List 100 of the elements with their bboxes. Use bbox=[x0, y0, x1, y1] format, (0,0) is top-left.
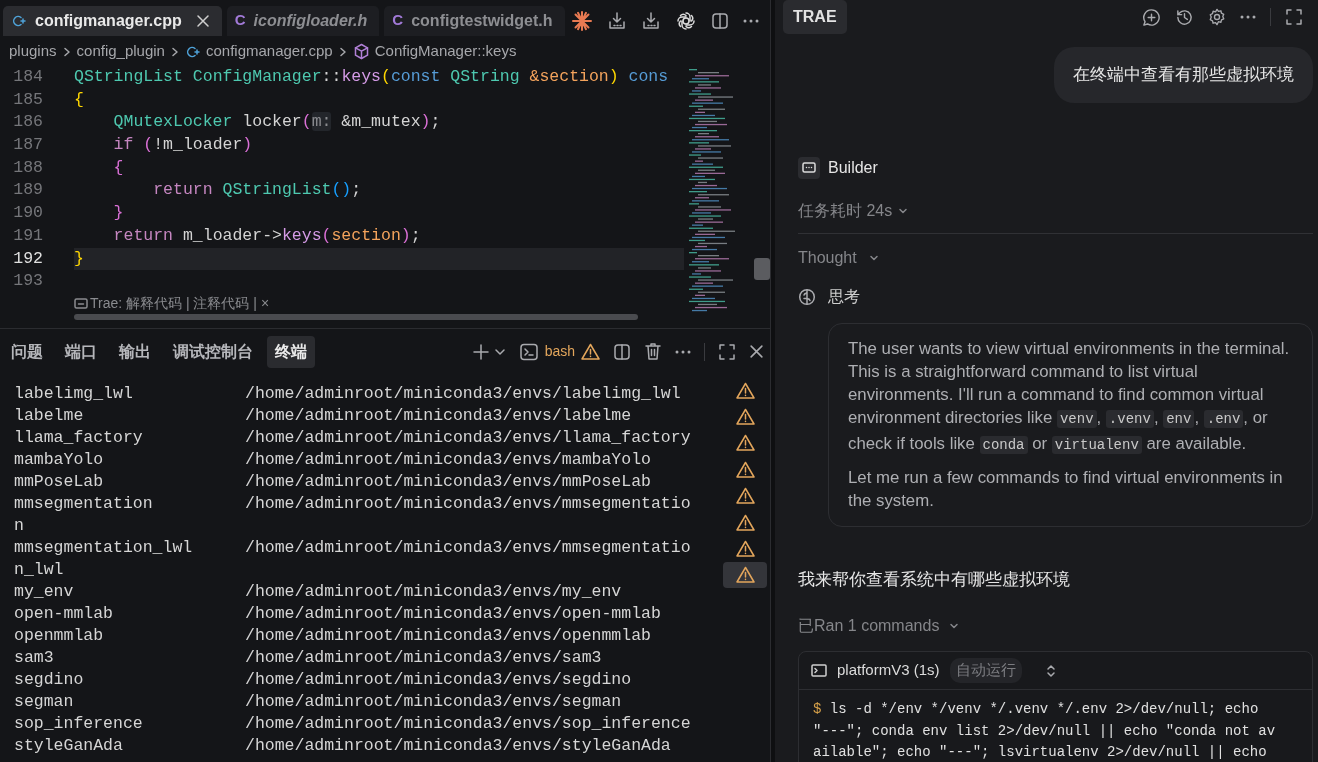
close-icon[interactable] bbox=[195, 13, 210, 28]
command-title: platformV3 (1s) bbox=[837, 660, 940, 681]
terminal-text: segman bbox=[14, 691, 75, 713]
file-type-icon: C bbox=[392, 9, 404, 32]
duration-toggle[interactable]: 任务耗时 24s bbox=[798, 198, 893, 223]
editor-tab[interactable]: configmanager.cpp bbox=[3, 5, 222, 36]
command-text: $ ls -d */env */venv */.venv */.env 2>/dev/null; echo "---"; conda env list 2>/dev/null || echo "conda not available"; echo "---"; lsvirtualenv 2>/dev/null || echo bbox=[812, 700, 1277, 762]
panel-title: TRAE bbox=[783, 0, 847, 34]
code-line: if (!m_loader) bbox=[112, 134, 254, 157]
warning-icon[interactable] bbox=[581, 343, 600, 360]
terminal-text: n bbox=[14, 515, 25, 537]
new-chat-icon[interactable] bbox=[1142, 7, 1161, 27]
chevron-down-icon bbox=[898, 206, 909, 215]
panel-tab[interactable]: 输出 bbox=[111, 335, 159, 368]
panel-tab[interactable]: 调试控制台 bbox=[165, 335, 261, 368]
panel-tab[interactable]: 端口 bbox=[57, 335, 105, 368]
terminal-profile[interactable]: bash bbox=[544, 341, 575, 362]
sparkle-icon[interactable] bbox=[571, 9, 593, 32]
terminal-text: /home/adminroot/miniconda3/envs/mmPoseLab bbox=[245, 471, 651, 493]
maximize-icon[interactable] bbox=[718, 342, 736, 361]
more-icon[interactable] bbox=[1240, 15, 1256, 19]
terminal-text: /home/adminroot/miniconda3/envs/openmmlab bbox=[245, 625, 651, 647]
breadcrumb-item[interactable]: ConfigManager::keys bbox=[374, 40, 517, 63]
user-message: 在终端中查看有那些虚拟环境 bbox=[1054, 47, 1313, 103]
terminal-text: /home/adminroot/miniconda3/envs/sam3 bbox=[245, 647, 602, 669]
warning-icon bbox=[735, 408, 755, 426]
commands-toggle[interactable]: 已Ran 1 commands bbox=[798, 614, 940, 639]
bot-icon bbox=[798, 156, 820, 179]
terminal-text: mmPoseLab bbox=[14, 471, 105, 493]
terminal-text: mambaYolo bbox=[14, 449, 105, 471]
breadcrumb-item[interactable]: config_plugin bbox=[76, 40, 165, 63]
thought-toggle[interactable]: Thought bbox=[798, 245, 857, 270]
chevron-icon bbox=[337, 46, 348, 57]
chevron-down-icon bbox=[868, 253, 879, 262]
chevron-icon bbox=[169, 46, 180, 57]
download-tray-icon[interactable] bbox=[607, 10, 627, 31]
terminal-text: /home/adminroot/miniconda3/envs/styleGanAda bbox=[245, 735, 671, 757]
terminal-text: /home/adminroot/miniconda3/envs/llama_factory bbox=[245, 427, 691, 449]
status-badge: 自动运行 bbox=[949, 658, 1022, 683]
breadcrumb-item[interactable]: plugins bbox=[9, 40, 57, 63]
warning-icon bbox=[735, 566, 755, 584]
knot-icon[interactable] bbox=[675, 9, 697, 32]
maximize-icon[interactable] bbox=[1285, 8, 1303, 26]
trash-icon[interactable] bbox=[644, 342, 662, 361]
code-line: return m_loader->keys(section); bbox=[112, 224, 422, 247]
terminal-text: styleGanAda bbox=[14, 735, 124, 757]
line-number: 190 bbox=[12, 202, 43, 225]
settings-icon[interactable] bbox=[1208, 8, 1226, 26]
terminal-text: sam3 bbox=[14, 647, 55, 669]
horizontal-scrollbar[interactable] bbox=[74, 314, 638, 320]
thought-text: The user wants to view virtual environments in the terminal. This is a straightforward command to list virtual environments. I'll run a command to find common virtual environment directories like venv , .venv , env , .env , or check if tools like conda or virtualenv are available. bbox=[848, 337, 1291, 456]
vertical-scrollbar[interactable] bbox=[754, 258, 770, 280]
warning-icon bbox=[735, 434, 755, 452]
panel-tab[interactable]: 问题 bbox=[3, 335, 51, 368]
terminal-text: /home/adminroot/miniconda3/envs/labelimg_lwl bbox=[245, 383, 681, 405]
code-line: QStringList ConfigManager::keys(const QString &section) cons bbox=[74, 66, 670, 88]
line-number: 186 bbox=[12, 111, 43, 134]
download-tray-icon[interactable] bbox=[641, 10, 661, 31]
close-icon[interactable] bbox=[749, 344, 764, 359]
editor-tab[interactable]: C configtestwidget.h bbox=[384, 5, 565, 36]
warning-icon bbox=[735, 381, 755, 399]
expand-icon[interactable] bbox=[1045, 663, 1056, 678]
terminal-text: /home/adminroot/miniconda3/envs/mambaYolo bbox=[245, 449, 651, 471]
terminal-text: /home/adminroot/miniconda3/envs/sop_inference bbox=[245, 713, 691, 735]
more-icon[interactable] bbox=[675, 349, 691, 354]
panel-tab[interactable]: 终端 bbox=[267, 335, 315, 368]
inline-hint[interactable]: Trae: 解释代码 | 注释代码 | × bbox=[90, 293, 270, 315]
more-icon[interactable] bbox=[743, 18, 759, 23]
terminal-text: mmsegmentation_lwl bbox=[14, 537, 194, 559]
line-number: 192 bbox=[12, 247, 43, 270]
line-number: 184 bbox=[12, 66, 43, 88]
terminal-icon[interactable] bbox=[518, 341, 539, 362]
terminal-text: openmmlab bbox=[14, 625, 105, 647]
terminal-text: /home/adminroot/miniconda3/envs/labelme bbox=[245, 405, 632, 427]
warning-icon bbox=[735, 513, 755, 531]
line-number: 189 bbox=[12, 179, 43, 202]
terminal-text: /home/adminroot/miniconda3/envs/segdino bbox=[245, 669, 632, 691]
symbol-icon bbox=[352, 43, 370, 60]
warning-icon bbox=[735, 487, 755, 505]
add-icon[interactable] bbox=[471, 342, 490, 361]
terminal-text: segdino bbox=[14, 669, 85, 691]
chevron-icon bbox=[61, 46, 72, 57]
thinking-label: 思考 bbox=[828, 286, 860, 307]
terminal-text: n_lwl bbox=[14, 559, 65, 581]
code-line: { bbox=[74, 88, 85, 111]
terminal-text: sop_inference bbox=[14, 713, 144, 735]
line-number: 187 bbox=[12, 134, 43, 157]
terminal-session-button[interactable] bbox=[723, 561, 767, 589]
terminal-text: llama_factory bbox=[14, 427, 144, 449]
terminal-text: /home/adminroot/miniconda3/envs/open-mmlab bbox=[245, 603, 661, 625]
breadcrumb-item[interactable]: configmanager.cpp bbox=[205, 40, 333, 63]
split-editor-icon[interactable] bbox=[711, 11, 729, 30]
split-terminal-icon[interactable] bbox=[613, 342, 631, 361]
terminal-text: mmsegmentation bbox=[14, 493, 154, 515]
history-icon[interactable] bbox=[1175, 7, 1194, 27]
editor-tab[interactable]: C iconfigloader.h bbox=[226, 5, 380, 36]
warning-icon bbox=[735, 540, 755, 558]
code-line: QMutexLocker locker(m: &m_mutex); bbox=[112, 111, 442, 134]
file-type-icon: C bbox=[234, 9, 246, 32]
terminal-text: labelimg_lwl bbox=[14, 383, 134, 405]
